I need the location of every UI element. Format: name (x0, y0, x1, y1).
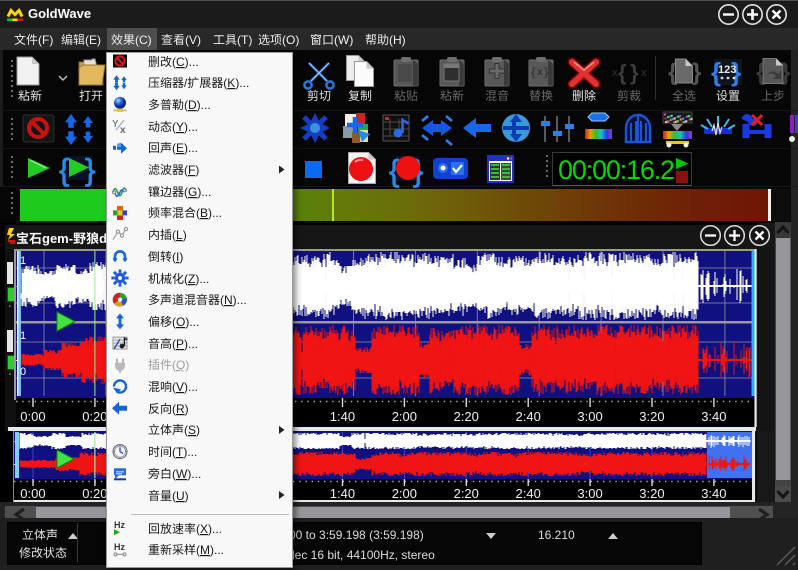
svg-text:(D)...: (D)... (184, 98, 211, 112)
svg-text:(W): (W) (334, 33, 353, 47)
svg-text:(T): (T) (237, 33, 252, 47)
svg-text:(K)...: (K)... (223, 76, 249, 90)
svg-text:(B)...: (B)... (196, 206, 222, 220)
svg-text:(E): (E) (85, 33, 101, 47)
svg-text:(L): (L) (172, 228, 187, 242)
svg-text:(W)...: (W)... (172, 467, 201, 481)
svg-text:(N)...: (N)... (220, 293, 247, 307)
svg-text:(C): (C) (135, 33, 152, 47)
svg-text:(I): (I) (172, 250, 183, 264)
svg-text:(X)...: (X)... (196, 522, 222, 536)
svg-text:/: / (184, 76, 188, 90)
svg-text:(F): (F) (184, 163, 199, 177)
svg-text:(C)...: (C)... (172, 55, 199, 69)
svg-text:(Q): (Q) (172, 358, 189, 372)
svg-text:(F): (F) (38, 33, 53, 47)
svg-text:(E)...: (E)... (172, 141, 198, 155)
svg-text:(Z)...: (Z)... (184, 272, 209, 286)
svg-text:(V): (V) (185, 33, 201, 47)
svg-text:(S): (S) (184, 423, 200, 437)
svg-text:(U): (U) (172, 489, 189, 503)
svg-text:gem-: gem- (42, 231, 73, 246)
svg-text:(G)...: (G)... (184, 185, 211, 199)
svg-text:(T)...: (T)... (172, 445, 197, 459)
svg-text:(R): (R) (172, 402, 189, 416)
svg-text:(H): (H) (389, 33, 406, 47)
svg-text:(O): (O) (282, 33, 299, 47)
svg-text:(Y)...: (Y)... (172, 120, 198, 134)
svg-text:(M)...: (M)... (196, 543, 224, 557)
svg-text:(V)...: (V)... (172, 380, 198, 394)
svg-text:(O)...: (O)... (172, 315, 199, 329)
svg-text:(P)...: (P)... (172, 337, 198, 351)
